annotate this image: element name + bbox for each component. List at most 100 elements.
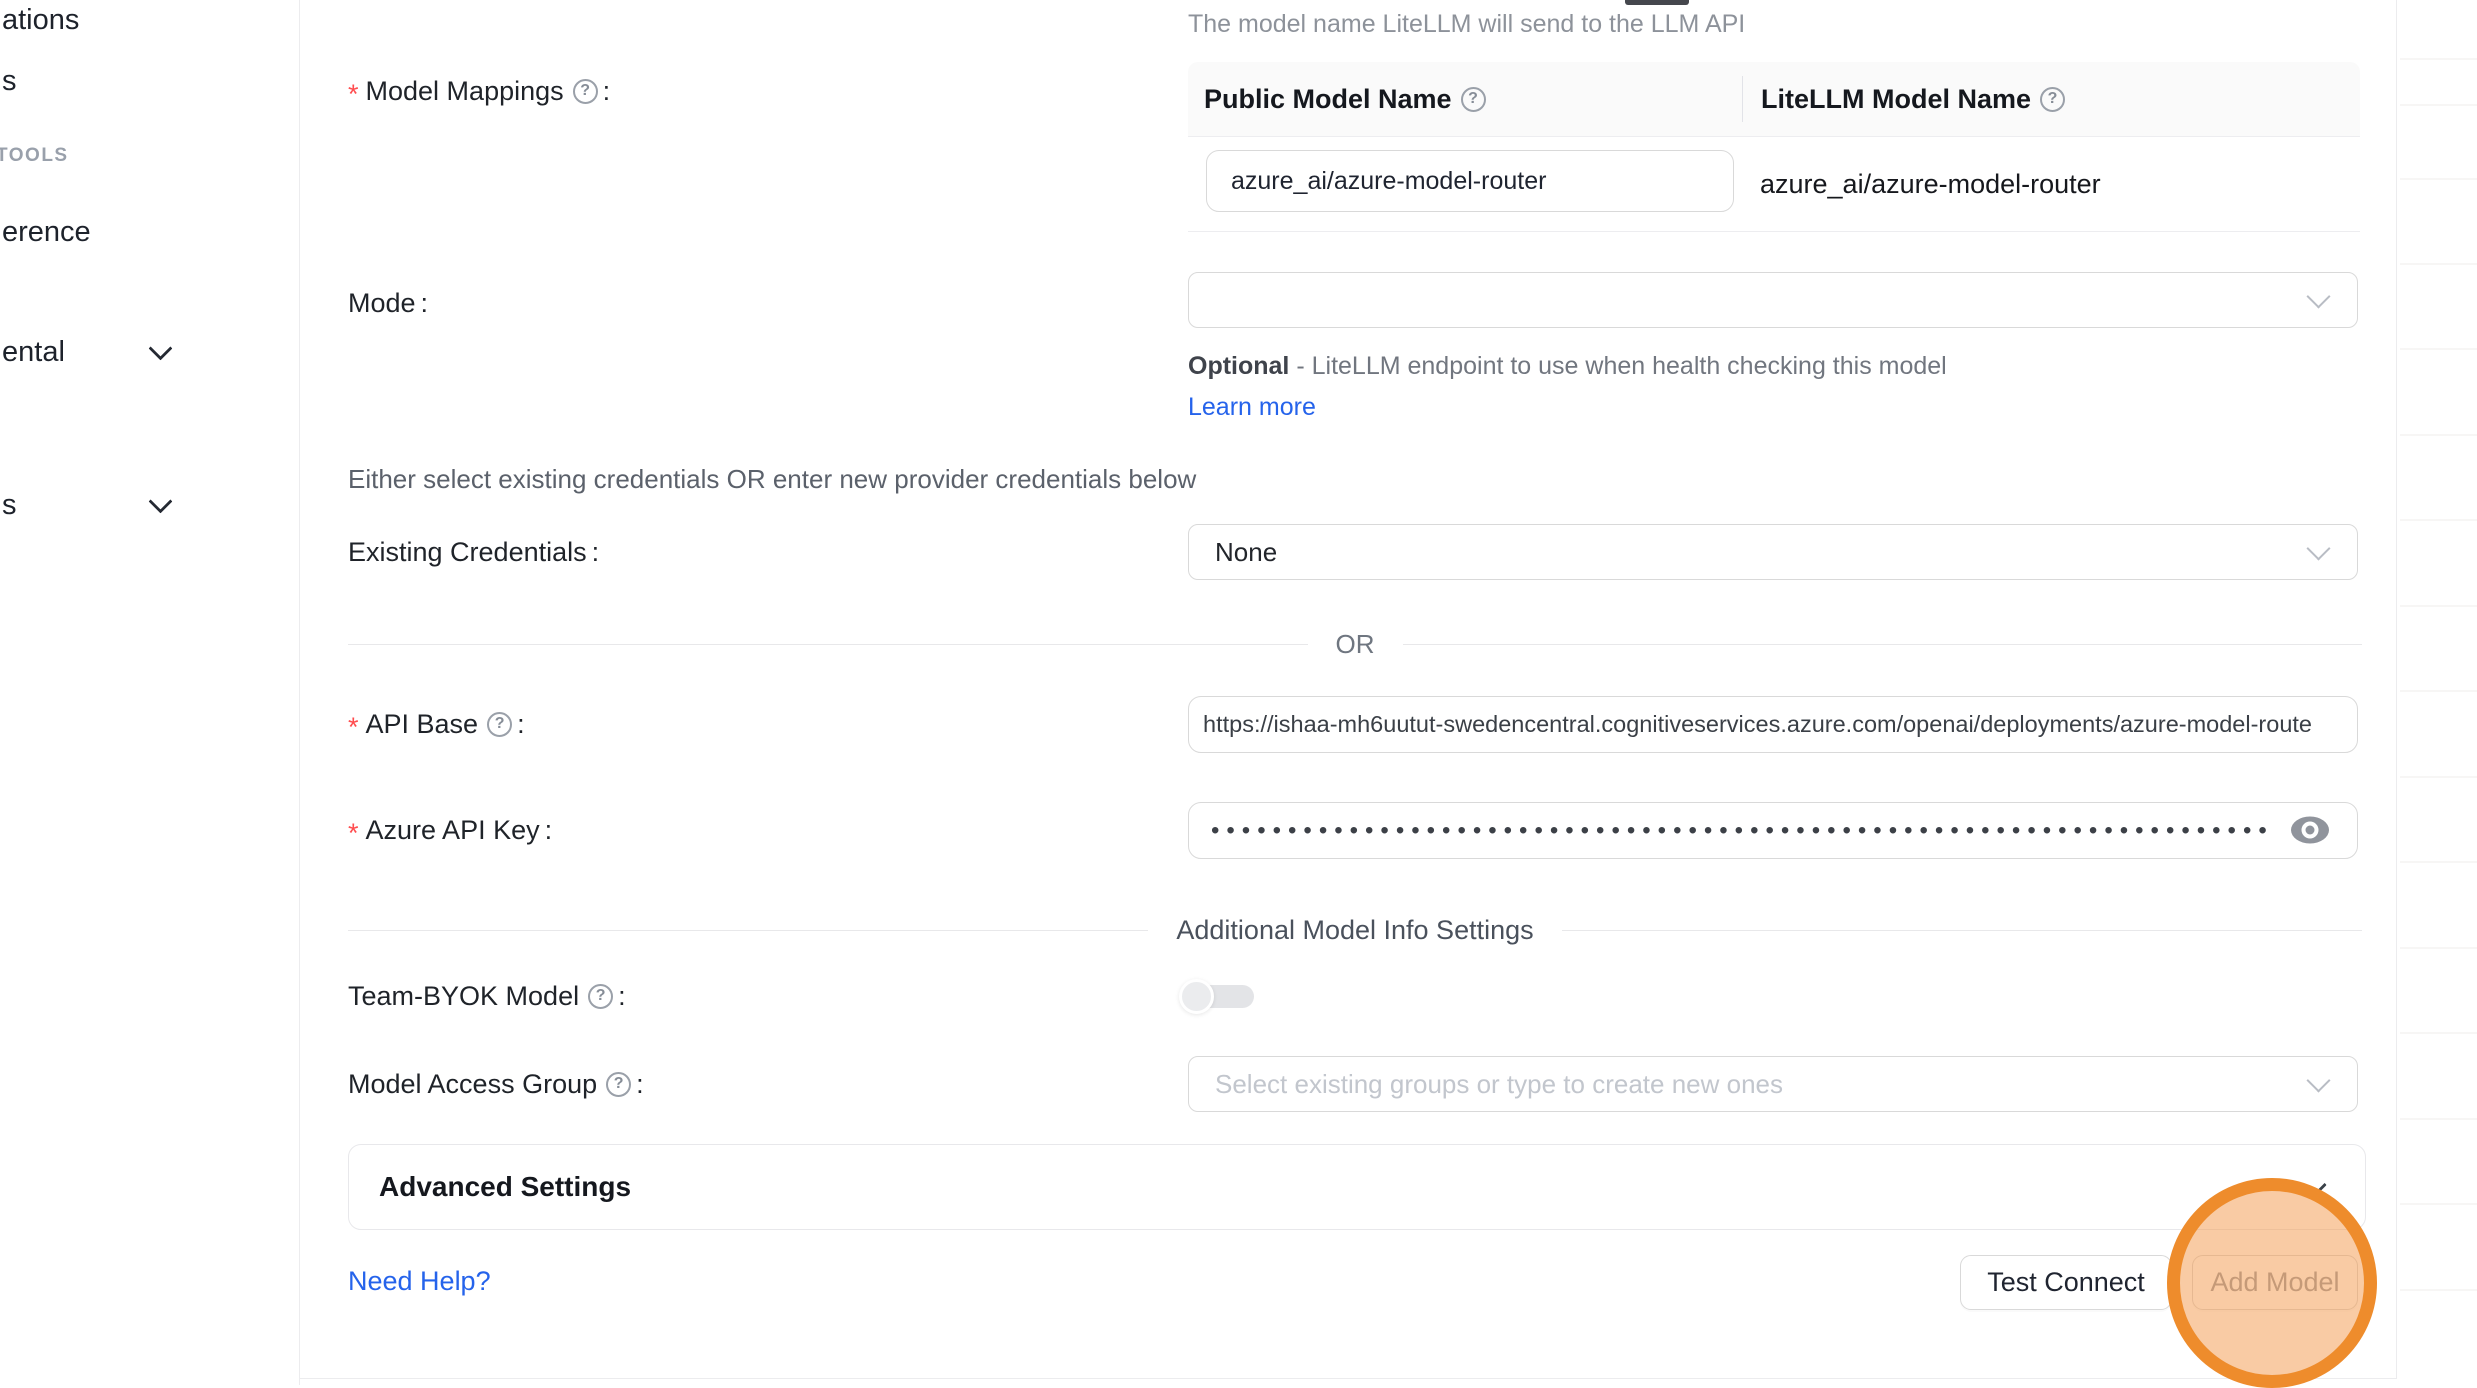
background-row-line	[2400, 947, 2477, 949]
model-access-group-select[interactable]: Select existing groups or type to create…	[1188, 1056, 2358, 1112]
info-settings-divider: Additional Model Info Settings	[348, 916, 2362, 944]
masked-api-key: ••••••••••••••••••••••••••••••••••••••••…	[1211, 817, 2267, 845]
sidebar-section-tools: TOOLS	[0, 144, 69, 168]
mode-help-bold: Optional	[1188, 352, 1289, 380]
litellm-model-name-header: LiteLLM Model Name ?	[1742, 76, 2065, 122]
mode-label: Mode :	[348, 285, 428, 321]
background-row-line	[2400, 776, 2477, 778]
api-base-value: https://ishaa-mh6uutut-swedencentral.cog…	[1203, 711, 2312, 738]
api-base-input[interactable]: https://ishaa-mh6uutut-swedencentral.cog…	[1188, 696, 2358, 753]
model-name-note: The model name LiteLLM will send to the …	[1188, 10, 1745, 39]
label-colon: :	[618, 981, 626, 1012]
chevron-down-icon	[2306, 284, 2330, 308]
help-icon[interactable]: ?	[588, 984, 613, 1009]
card-right-border	[2396, 0, 2397, 1379]
need-help-link[interactable]: Need Help?	[348, 1266, 491, 1297]
public-model-name-input[interactable]: azure_ai/azure-model-router	[1206, 150, 1734, 212]
advanced-settings-panel[interactable]: Advanced Settings	[348, 1144, 2366, 1230]
api-base-label-text: API Base	[366, 709, 479, 740]
chevron-down-icon	[148, 489, 172, 513]
team-byok-label: Team-BYOK Model ? :	[348, 978, 626, 1014]
eye-icon[interactable]	[2288, 813, 2332, 847]
existing-credentials-select[interactable]: None	[1188, 524, 2358, 580]
divider-line	[348, 930, 1148, 931]
sidebar-item-organizations[interactable]: ations	[2, 3, 79, 37]
model-access-group-label: Model Access Group ? :	[348, 1066, 644, 1102]
divider-line	[1562, 930, 2362, 931]
chevron-down-icon	[2306, 1068, 2330, 1092]
test-connect-button[interactable]: Test Connect	[1960, 1255, 2172, 1310]
label-colon: :	[517, 709, 525, 740]
clipped-content-artifact	[1625, 0, 1689, 5]
litellm-model-name-value: azure_ai/azure-model-router	[1760, 137, 2101, 231]
background-row-line	[2400, 861, 2477, 863]
advanced-settings-title: Advanced Settings	[379, 1171, 631, 1203]
model-mapping-row: azure_ai/azure-model-router azure_ai/azu…	[1188, 137, 2360, 232]
team-byok-label-text: Team-BYOK Model	[348, 981, 579, 1012]
existing-credentials-value: None	[1215, 537, 1277, 568]
chevron-down-icon	[2306, 536, 2330, 560]
model-mappings-label-text: Model Mappings	[366, 76, 564, 107]
label-colon: :	[421, 288, 429, 319]
divider-line	[1403, 644, 2363, 645]
background-row-line	[2400, 104, 2477, 106]
sidebar-item-experimental[interactable]: ental	[2, 335, 65, 369]
existing-credentials-label-text: Existing Credentials	[348, 537, 587, 568]
model-mappings-table: Public Model Name ? LiteLLM Model Name ?…	[1188, 62, 2360, 232]
azure-api-key-input[interactable]: ••••••••••••••••••••••••••••••••••••••••…	[1188, 802, 2358, 859]
label-colon: :	[545, 815, 553, 846]
background-row-line	[2400, 1289, 2477, 1291]
label-colon: :	[603, 76, 611, 107]
toggle-knob	[1179, 979, 1214, 1014]
required-marker: *	[348, 712, 359, 743]
required-marker: *	[348, 818, 359, 849]
sidebar-item-api-reference[interactable]: erence	[2, 215, 91, 249]
public-model-name-header: Public Model Name ?	[1188, 84, 1742, 115]
help-icon[interactable]: ?	[573, 79, 598, 104]
api-base-label: * API Base ? :	[348, 706, 525, 742]
sidebar-divider	[299, 0, 300, 1385]
label-colon: :	[636, 1069, 644, 1100]
label-colon: :	[592, 537, 600, 568]
chevron-down-icon	[2301, 1172, 2326, 1197]
existing-credentials-label: Existing Credentials :	[348, 534, 599, 570]
background-row-line	[2400, 263, 2477, 265]
background-row-line	[2400, 58, 2477, 60]
mode-help-text: Optional - LiteLLM endpoint to use when …	[1188, 346, 2008, 428]
background-row-line	[2400, 434, 2477, 436]
background-row-line	[2400, 605, 2477, 607]
background-row-line	[2400, 178, 2477, 180]
sidebar-item-users[interactable]: s	[2, 64, 17, 98]
background-row-line	[2400, 1118, 2477, 1120]
or-label: OR	[1308, 629, 1403, 660]
azure-api-key-label: * Azure API Key :	[348, 812, 552, 848]
model-mappings-table-header: Public Model Name ? LiteLLM Model Name ?	[1188, 62, 2360, 137]
litellm-model-name-header-text: LiteLLM Model Name	[1761, 84, 2031, 115]
model-mappings-label: * Model Mappings ? :	[348, 73, 610, 109]
background-row-line	[2400, 1032, 2477, 1034]
required-marker: *	[348, 79, 359, 110]
background-row-line	[2400, 1203, 2477, 1205]
model-access-group-label-text: Model Access Group	[348, 1069, 597, 1100]
background-row-line	[2400, 348, 2477, 350]
azure-api-key-label-text: Azure API Key	[366, 815, 540, 846]
learn-more-link[interactable]: Learn more	[1188, 393, 1316, 421]
sidebar-item-settings[interactable]: s	[2, 488, 17, 522]
or-divider: OR	[348, 630, 2362, 658]
background-row-line	[2400, 519, 2477, 521]
help-icon[interactable]: ?	[487, 712, 512, 737]
mode-select[interactable]	[1188, 272, 2358, 328]
card-bottom-border	[300, 1378, 2396, 1379]
chevron-down-icon	[148, 336, 172, 360]
public-model-name-header-text: Public Model Name	[1204, 84, 1452, 115]
help-icon[interactable]: ?	[1461, 87, 1486, 112]
credentials-note: Either select existing credentials OR en…	[348, 464, 1196, 495]
model-access-group-placeholder: Select existing groups or type to create…	[1215, 1069, 1783, 1100]
info-settings-divider-label: Additional Model Info Settings	[1148, 915, 1561, 946]
help-icon[interactable]: ?	[2040, 87, 2065, 112]
add-model-button[interactable]: Add Model	[2192, 1255, 2358, 1310]
mode-help-rest: - LiteLLM endpoint to use when health ch…	[1289, 352, 1946, 380]
help-icon[interactable]: ?	[606, 1072, 631, 1097]
divider-line	[348, 644, 1308, 645]
mode-label-text: Mode	[348, 288, 416, 319]
